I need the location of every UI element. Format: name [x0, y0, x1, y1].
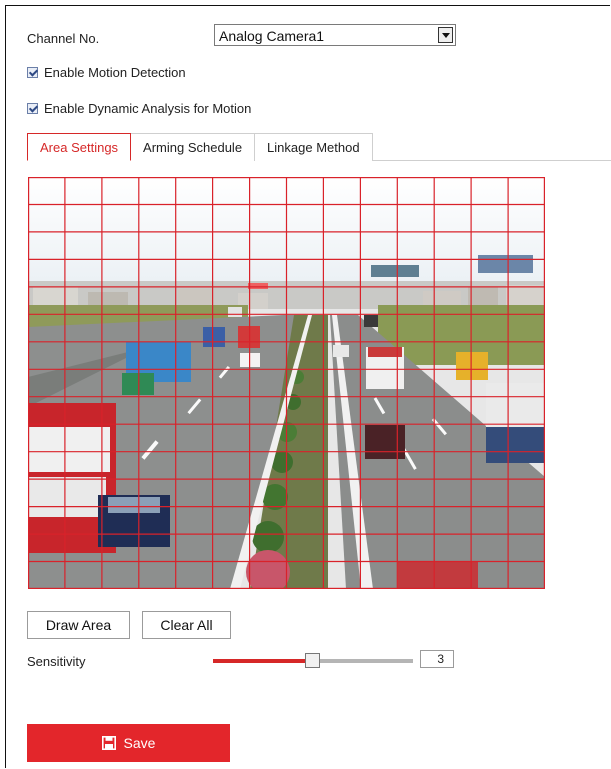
- sensitivity-slider-handle[interactable]: [305, 653, 320, 668]
- clear-all-button[interactable]: Clear All: [142, 611, 231, 639]
- save-label: Save: [123, 735, 156, 751]
- enable-dynamic-label: Enable Dynamic Analysis for Motion: [44, 101, 252, 116]
- sensitivity-slider-fill: [213, 659, 313, 663]
- sensitivity-label: Sensitivity: [27, 654, 86, 669]
- channel-label: Channel No.: [27, 31, 100, 46]
- draw-area-label: Draw Area: [45, 617, 112, 633]
- tab-area-settings-label: Area Settings: [40, 139, 119, 155]
- save-button[interactable]: Save: [27, 724, 230, 762]
- sensitivity-value: 3: [420, 650, 454, 668]
- enable-dynamic-checkbox[interactable]: [27, 103, 38, 114]
- enable-motion-row[interactable]: Enable Motion Detection: [27, 65, 186, 80]
- enable-motion-label: Enable Motion Detection: [44, 65, 186, 80]
- tab-arming-schedule-label: Arming Schedule: [143, 140, 243, 155]
- tab-area-settings[interactable]: Area Settings: [27, 133, 132, 161]
- tab-arming-schedule[interactable]: Arming Schedule: [130, 133, 256, 161]
- draw-area-button[interactable]: Draw Area: [27, 611, 130, 639]
- floppy-disk-icon: [101, 736, 116, 750]
- channel-select-value: Analog Camera1: [219, 28, 325, 44]
- motion-area-canvas[interactable]: [28, 177, 545, 589]
- channel-select[interactable]: Analog Camera1: [214, 24, 456, 46]
- tab-linkage-method[interactable]: Linkage Method: [254, 133, 373, 161]
- chevron-down-icon[interactable]: [438, 27, 453, 43]
- clear-all-label: Clear All: [160, 617, 213, 633]
- enable-motion-checkbox[interactable]: [27, 67, 38, 78]
- enable-dynamic-row[interactable]: Enable Dynamic Analysis for Motion: [27, 101, 251, 116]
- tab-bar: Area Settings Arming Schedule Linkage Me…: [27, 133, 373, 161]
- video-preview-image: [28, 177, 545, 589]
- tab-linkage-method-label: Linkage Method: [267, 140, 360, 155]
